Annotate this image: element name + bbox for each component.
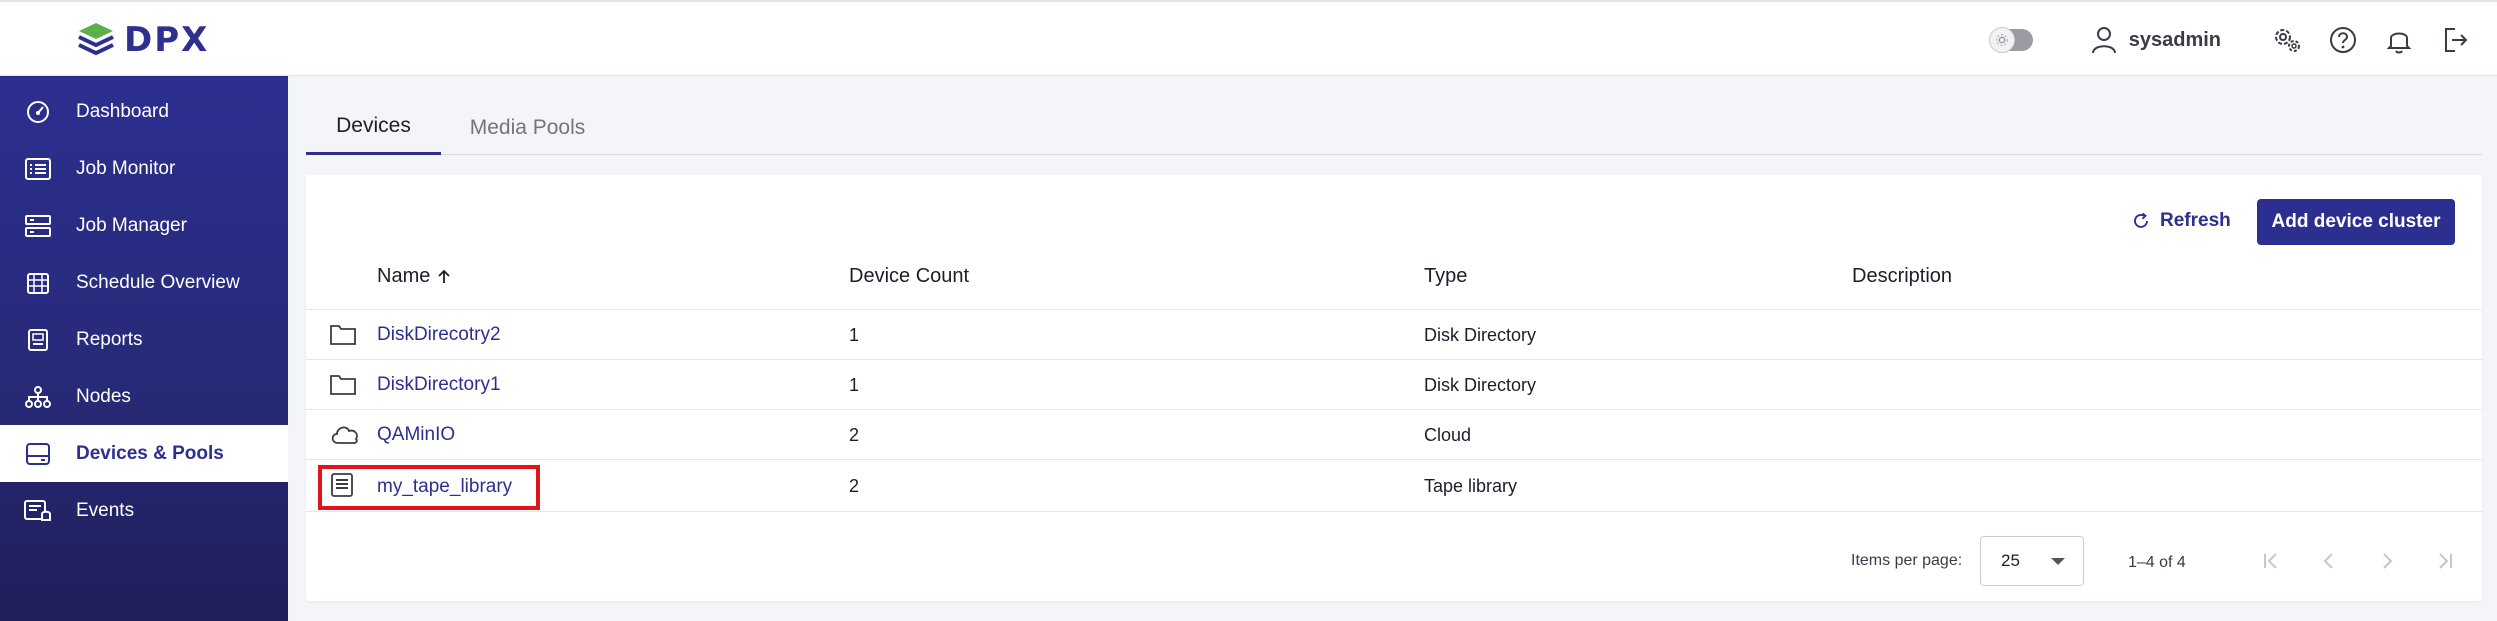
settings-button[interactable] (2259, 26, 2315, 54)
events-icon (24, 499, 51, 521)
sidebar-item-label: Nodes (76, 385, 131, 407)
previous-page-button[interactable] (2314, 546, 2344, 576)
column-header-device-count[interactable]: Device Count (849, 265, 969, 288)
sidebar-item-devices-pools[interactable]: Devices & Pools (0, 425, 288, 482)
dpx-logo[interactable]: DPX (76, 20, 209, 60)
theme-toggle[interactable] (1988, 27, 2033, 53)
sidebar-item-label: Devices & Pools (76, 442, 224, 464)
nodes-icon (25, 385, 51, 408)
sidebar-item-label: Job Monitor (76, 157, 176, 179)
device-count: 1 (849, 325, 860, 345)
sidebar-item-label: Reports (76, 328, 143, 350)
toggle-knob (1988, 27, 2015, 53)
row-divider (306, 511, 2482, 512)
gear-icon (1995, 34, 2008, 46)
reports-icon (28, 328, 48, 351)
job-monitor-icon (25, 157, 51, 180)
device-name-link[interactable]: DiskDirectory1 (377, 374, 501, 396)
help-icon (2330, 27, 2356, 53)
device-name-link[interactable]: QAMinIO (377, 424, 455, 446)
column-header-type[interactable]: Type (1424, 265, 1467, 288)
first-page-icon (2264, 553, 2277, 569)
page-range: 1–4 of 4 (2128, 554, 2186, 571)
dpx-logo-icon (78, 23, 114, 56)
device-count: 2 (849, 425, 860, 445)
sidebar-item-label: Job Manager (76, 214, 187, 236)
user-menu[interactable]: sysadmin (2091, 26, 2221, 54)
folder-icon (330, 375, 356, 395)
sidebar-item-label: Schedule Overview (76, 271, 240, 293)
username: sysadmin (2128, 28, 2221, 51)
folder-icon (330, 325, 356, 345)
sidebar-item-label: Dashboard (76, 100, 169, 122)
device-type: Tape library (1424, 476, 1518, 496)
sidebar-item-events[interactable]: Events (0, 482, 288, 539)
column-header-name-label: Name (377, 265, 431, 287)
calendar-icon (27, 272, 49, 294)
help-button[interactable] (2315, 26, 2371, 54)
tab-bar: Devices Media Pools (306, 100, 2482, 155)
user-icon (2091, 27, 2116, 54)
column-header-description[interactable]: Description (1852, 265, 1952, 288)
bell-icon (2386, 32, 2412, 54)
row-divider (306, 309, 2482, 310)
sidebar-item-nodes[interactable]: Nodes (0, 368, 288, 425)
refresh-button[interactable]: Refresh (2132, 203, 2231, 239)
device-count: 1 (849, 375, 860, 395)
sidebar-item-reports[interactable]: Reports (0, 311, 288, 368)
logo-text: DPX (124, 20, 210, 60)
sidebar-item-schedule-overview[interactable]: Schedule Overview (0, 254, 288, 311)
page-size-value: 25 (2001, 551, 2020, 570)
last-page-icon (2439, 553, 2452, 569)
row-divider (306, 459, 2482, 460)
sidebar-item-dashboard[interactable]: Dashboard (0, 83, 288, 140)
dashboard-icon (27, 100, 49, 123)
page-size-select[interactable]: 25 (1980, 536, 2084, 586)
job-manager-icon (25, 214, 51, 237)
refresh-label: Refresh (2160, 210, 2231, 231)
devices-card: Refresh Add device cluster Name Device C… (306, 175, 2482, 601)
refresh-icon (2134, 212, 2148, 228)
last-page-button[interactable] (2430, 546, 2460, 576)
settings-gears-icon (2275, 29, 2300, 52)
device-type: Cloud (1424, 425, 1472, 445)
sort-ascending-icon (438, 269, 450, 283)
logout-button[interactable] (2427, 26, 2483, 54)
device-type: Disk Directory (1424, 325, 1537, 345)
device-type: Disk Directory (1424, 375, 1537, 395)
sidebar-item-label: Events (76, 499, 135, 521)
devices-icon (26, 442, 50, 465)
chevron-right-icon (2383, 553, 2393, 569)
highlight-box (318, 465, 540, 510)
tab-media-pools[interactable]: Media Pools (441, 100, 614, 155)
cloud-icon (331, 426, 358, 444)
dropdown-caret-icon (2051, 558, 2065, 565)
chevron-left-icon (2323, 553, 2333, 569)
sidebar: Dashboard Job Monitor Job Manager Schedu… (0, 76, 288, 621)
notifications-button[interactable] (2371, 26, 2427, 54)
row-divider (306, 359, 2482, 360)
device-count: 2 (849, 476, 860, 496)
next-page-button[interactable] (2372, 546, 2402, 576)
column-header-name[interactable]: Name (377, 265, 452, 288)
items-per-page-label: Items per page: (1851, 552, 1963, 569)
device-name-link[interactable]: DiskDirecotry2 (377, 324, 501, 346)
tab-devices[interactable]: Devices (306, 100, 441, 155)
first-page-button[interactable] (2256, 546, 2286, 576)
add-device-cluster-button[interactable]: Add device cluster (2257, 199, 2455, 245)
top-header: DPX sysadmin (0, 0, 2497, 76)
sidebar-item-job-monitor[interactable]: Job Monitor (0, 140, 288, 197)
row-divider (306, 409, 2482, 410)
sidebar-item-job-manager[interactable]: Job Manager (0, 197, 288, 254)
logout-icon (2445, 28, 2468, 52)
